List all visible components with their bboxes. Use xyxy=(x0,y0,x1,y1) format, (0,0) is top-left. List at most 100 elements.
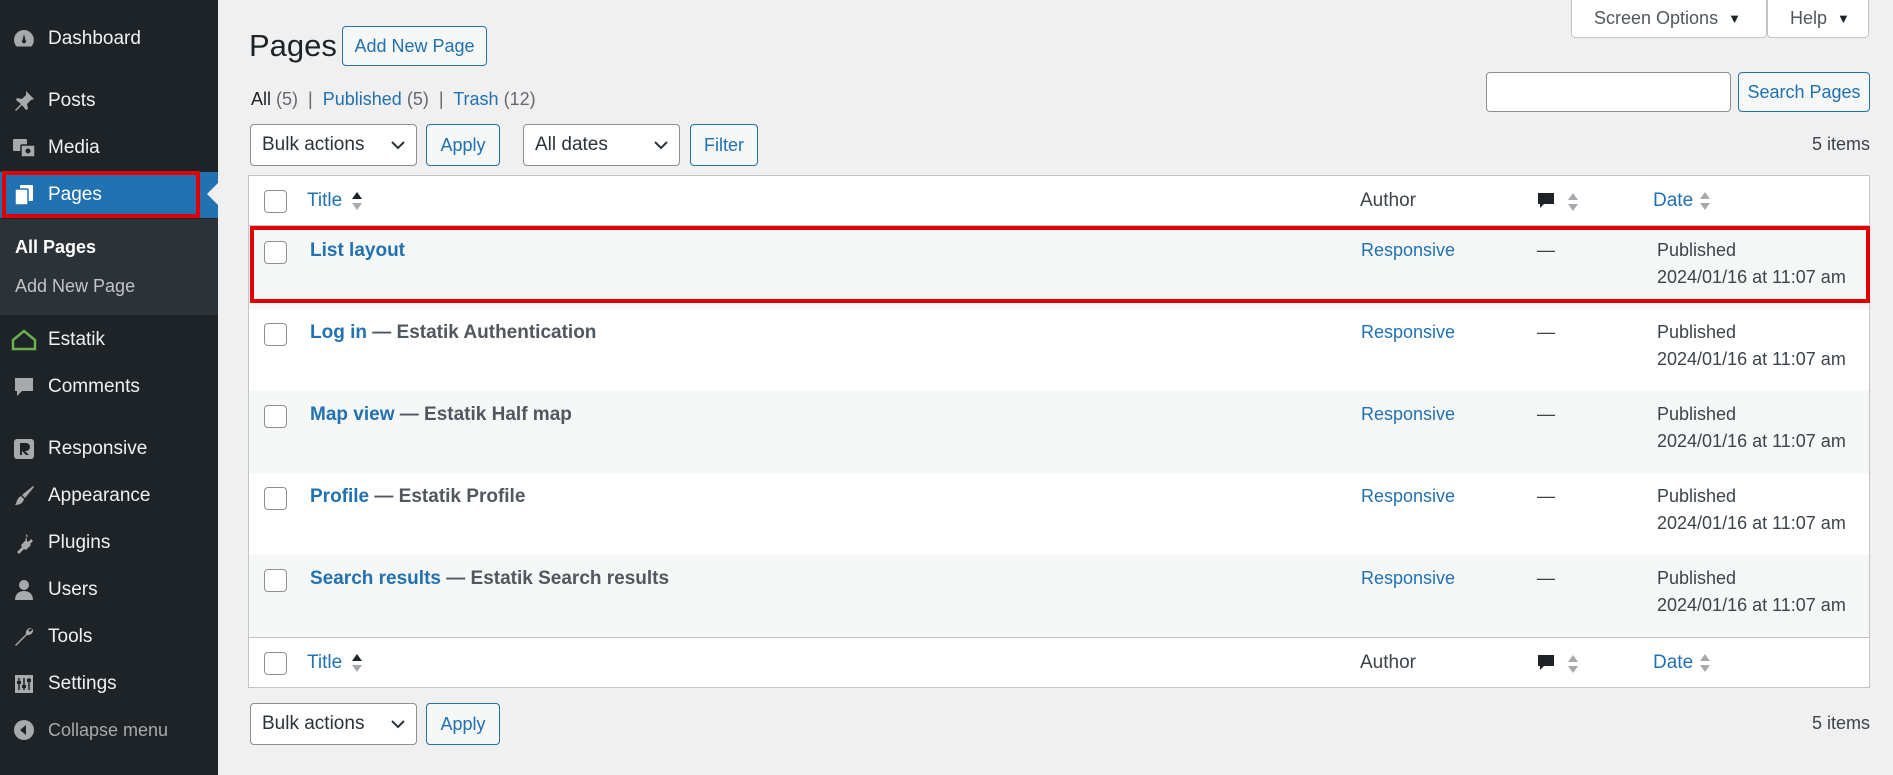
menu-label: Settings xyxy=(48,673,117,694)
pages-submenu: All Pages Add New Page xyxy=(0,219,218,315)
menu-settings[interactable]: Settings xyxy=(0,661,218,707)
row-title-link[interactable]: Map view — Estatik Half map xyxy=(310,404,572,426)
dashboard-icon xyxy=(10,25,38,53)
menu-comments[interactable]: Comments xyxy=(0,364,218,410)
admin-sidebar: Dashboard Posts Media Pages All Pages Ad… xyxy=(0,0,218,775)
row-status: Published xyxy=(1657,404,1737,424)
menu-label: Media xyxy=(48,137,100,158)
row-checkbox[interactable] xyxy=(264,569,287,592)
menu-dashboard[interactable]: Dashboard xyxy=(0,16,218,62)
menu-label: Collapse menu xyxy=(48,719,169,740)
row-highlight-outline xyxy=(250,226,1870,303)
menu-label: Estatik xyxy=(48,329,106,350)
view-published-count: (5) xyxy=(406,89,429,109)
select-all-checkbox-footer[interactable] xyxy=(264,652,287,675)
row-author-link[interactable]: Responsive xyxy=(1361,568,1455,589)
search-input[interactable] xyxy=(1486,72,1731,112)
bulk-actions-select-top[interactable]: Bulk actions xyxy=(250,124,417,166)
submenu-add-new-page[interactable]: Add New Page xyxy=(15,276,135,297)
sort-icon xyxy=(1568,655,1578,673)
pin-icon xyxy=(10,87,38,115)
view-trash-count: (12) xyxy=(503,89,536,109)
user-icon xyxy=(10,576,38,604)
page-title: Pages xyxy=(249,28,337,63)
date-filter-select[interactable]: All dates xyxy=(523,124,680,166)
select-all-checkbox[interactable] xyxy=(264,190,287,213)
menu-label: Responsive xyxy=(48,438,148,459)
row-title-link[interactable]: Profile — Estatik Profile xyxy=(310,486,525,508)
row-status: Published xyxy=(1657,322,1737,342)
row-author-link[interactable]: Responsive xyxy=(1361,404,1455,425)
add-new-page-button[interactable]: Add New Page xyxy=(342,26,487,66)
column-author-footer: Author xyxy=(1360,652,1416,673)
table-row: Log in — Estatik Authentication Responsi… xyxy=(249,309,1869,391)
chevron-down-icon xyxy=(391,141,405,150)
table-footer: Title Author Date xyxy=(249,637,1869,687)
brush-icon xyxy=(10,482,38,510)
row-comments: — xyxy=(1537,322,1555,342)
column-title[interactable]: Title xyxy=(307,190,342,212)
items-count-top: 5 items xyxy=(1811,134,1870,154)
screen-options-tab[interactable]: Screen Options ▼ xyxy=(1571,0,1767,38)
row-comments: — xyxy=(1537,486,1555,506)
row-comments: — xyxy=(1537,404,1555,424)
apply-button-top[interactable]: Apply xyxy=(426,124,500,166)
menu-label: Users xyxy=(48,579,98,600)
view-published[interactable]: Published xyxy=(323,89,402,109)
menu-media[interactable]: Media xyxy=(0,125,218,171)
pages-menu-highlight xyxy=(2,171,200,218)
row-status: Published xyxy=(1657,486,1737,506)
menu-estatik[interactable]: Estatik xyxy=(0,317,218,363)
row-comments: — xyxy=(1537,568,1555,588)
row-date: 2024/01/16 at 11:07 am xyxy=(1657,431,1846,451)
row-date: 2024/01/16 at 11:07 am xyxy=(1657,595,1846,615)
row-author-link[interactable]: Responsive xyxy=(1361,322,1455,343)
comment-icon xyxy=(1538,193,1554,208)
current-menu-arrow xyxy=(207,183,218,205)
column-date[interactable]: Date xyxy=(1653,190,1693,212)
menu-label: Dashboard xyxy=(48,28,141,49)
collapse-menu-button[interactable]: Collapse menu xyxy=(0,707,218,753)
menu-users[interactable]: Users xyxy=(0,567,218,613)
column-title-footer[interactable]: Title xyxy=(307,652,342,674)
menu-posts[interactable]: Posts xyxy=(0,78,218,124)
sliders-icon xyxy=(10,670,38,698)
view-filters: All (5) | Published (5) | Trash (12) xyxy=(251,89,536,110)
collapse-arrow-icon xyxy=(10,716,38,744)
row-checkbox[interactable] xyxy=(264,323,287,346)
bulk-actions-select-bottom[interactable]: Bulk actions xyxy=(250,703,417,745)
row-checkbox[interactable] xyxy=(264,405,287,428)
screen-options-label: Screen Options xyxy=(1594,8,1719,28)
help-label: Help xyxy=(1790,8,1828,28)
search-pages-button[interactable]: Search Pages xyxy=(1738,72,1870,112)
sort-icon xyxy=(1568,193,1578,211)
sort-icon xyxy=(1700,192,1710,210)
row-date: 2024/01/16 at 11:07 am xyxy=(1657,513,1846,533)
menu-plugins[interactable]: Plugins xyxy=(0,520,218,566)
sort-asc-icon xyxy=(352,192,362,210)
separator: | xyxy=(308,89,313,109)
plug-icon xyxy=(10,529,38,557)
menu-tools[interactable]: Tools xyxy=(0,614,218,660)
row-title-link[interactable]: Log in — Estatik Authentication xyxy=(310,322,596,344)
menu-appearance[interactable]: Appearance xyxy=(0,473,218,519)
row-title-link[interactable]: Search results — Estatik Search results xyxy=(310,568,669,590)
menu-responsive[interactable]: Responsive xyxy=(0,426,218,472)
caret-down-icon: ▼ xyxy=(1728,11,1741,26)
submenu-all-pages[interactable]: All Pages xyxy=(15,237,96,258)
row-status: Published xyxy=(1657,568,1737,588)
row-checkbox[interactable] xyxy=(264,487,287,510)
sort-icon xyxy=(1700,654,1710,672)
table-header: Title Author Date xyxy=(249,176,1869,226)
house-icon xyxy=(10,326,38,354)
view-trash[interactable]: Trash xyxy=(453,89,498,109)
sort-asc-icon xyxy=(352,654,362,672)
items-count-bottom: 5 items xyxy=(1811,713,1870,733)
help-tab[interactable]: Help ▼ xyxy=(1767,0,1869,38)
column-date-footer[interactable]: Date xyxy=(1653,652,1693,674)
row-author-link[interactable]: Responsive xyxy=(1361,486,1455,507)
view-all[interactable]: All xyxy=(251,89,271,109)
responsive-logo-icon xyxy=(10,435,38,463)
filter-button[interactable]: Filter xyxy=(690,124,758,166)
apply-button-bottom[interactable]: Apply xyxy=(426,703,500,745)
